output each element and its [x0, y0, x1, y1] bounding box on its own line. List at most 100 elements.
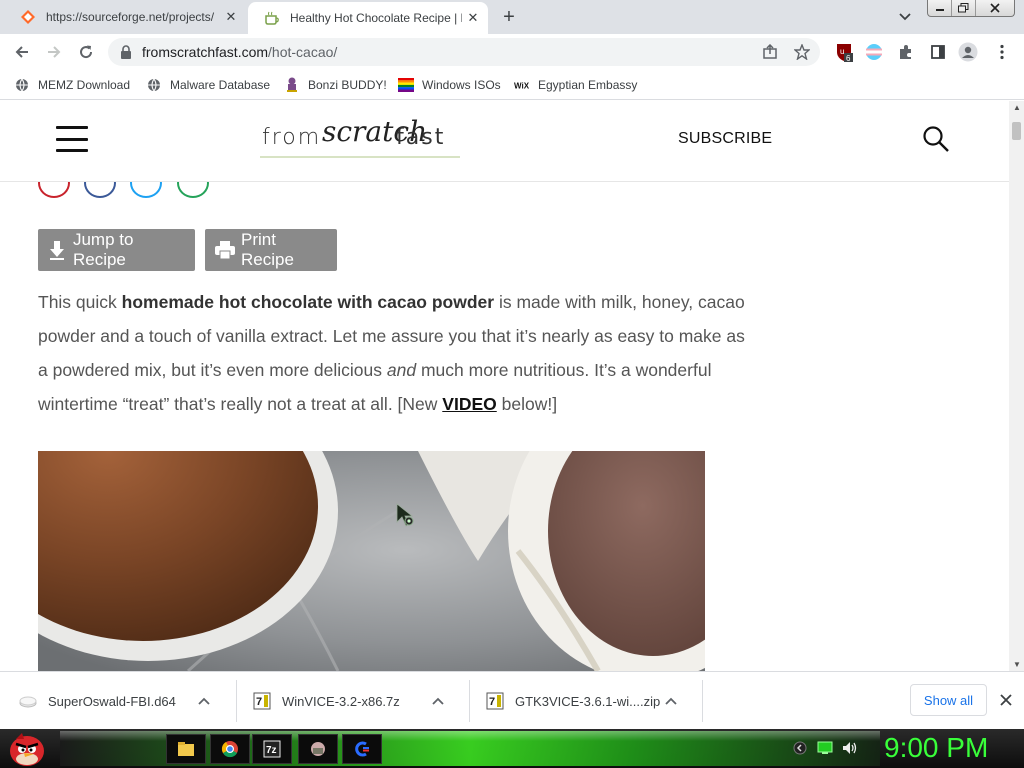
download-filename: WinVICE-3.2-x86.7z [282, 693, 400, 709]
page-viewport[interactable]: from scratch fast SUBSCRIBE Jump to Reci… [0, 101, 1024, 671]
bookmark-star-icon[interactable] [792, 42, 812, 62]
bonzi-gorilla-icon [284, 77, 300, 93]
flag-extension-icon[interactable] [864, 42, 884, 62]
page-scrollbar[interactable]: ▲ ▼ [1009, 101, 1024, 671]
show-all-button[interactable]: Show all [910, 684, 987, 716]
extension-badge: 6 [846, 54, 851, 62]
restore-button[interactable] [952, 0, 976, 16]
bookmark-egyptian-embassy[interactable]: WiX Egyptian Embassy [514, 76, 637, 94]
forward-arrow-icon[interactable] [42, 40, 66, 64]
bookmark-memz[interactable]: MEMZ Download [14, 76, 130, 94]
chrome-icon[interactable] [210, 734, 250, 764]
url-domain: fromscratchfast.com [142, 44, 269, 60]
volume-icon[interactable] [840, 738, 860, 758]
address-bar[interactable]: fromscratchfast.com/hot-cacao/ [108, 38, 820, 66]
separator [469, 680, 470, 722]
commodore-icon[interactable] [342, 734, 382, 764]
bookmarks-bar: MEMZ Download Malware Database Bonzi BUD… [0, 70, 1024, 100]
italic-text: and [386, 360, 417, 380]
logo-from: from [262, 125, 322, 150]
jump-to-recipe-button[interactable]: Jump to Recipe [38, 229, 195, 271]
chevron-up-icon[interactable] [428, 694, 448, 708]
separator [236, 680, 237, 722]
download-item[interactable]: SuperOswald-FBI.d64 [18, 672, 214, 730]
menu-kebab-icon[interactable] [992, 42, 1012, 62]
printer-icon [215, 240, 235, 260]
scroll-up-arrow-icon[interactable]: ▲ [1013, 103, 1021, 112]
close-tab-icon[interactable]: ✕ [462, 7, 484, 29]
site-logo[interactable]: from scratch fast [260, 115, 462, 165]
taskbar-clock[interactable]: 9:00 PM [884, 732, 988, 764]
subscribe-link[interactable]: SUBSCRIBE [678, 130, 772, 148]
side-panel-icon[interactable] [928, 42, 948, 62]
network-icon[interactable] [815, 738, 835, 758]
logo-underline [260, 156, 460, 158]
sourceforge-icon [20, 9, 36, 25]
bookmark-label: Bonzi BUDDY! [308, 78, 387, 92]
taskbar: 7z 9:00 PM [0, 729, 1024, 768]
download-filename: GTK3VICE-3.6.1-wi....zip [515, 693, 661, 709]
tab-hot-chocolate[interactable]: Healthy Hot Chocolate Recipe | F ✕ [248, 2, 488, 34]
bookmark-label: Egyptian Embassy [538, 78, 638, 92]
minimize-button[interactable] [928, 0, 952, 16]
print-recipe-button[interactable]: Print Recipe [205, 229, 337, 271]
vice-emulator-icon[interactable] [298, 734, 338, 764]
puzzle-extensions-icon[interactable] [896, 42, 916, 62]
7zip-taskbar-icon[interactable]: 7z [252, 734, 292, 764]
svg-text:7z: 7z [266, 745, 277, 756]
search-icon[interactable] [922, 125, 950, 153]
7zip-icon: 7 [252, 691, 272, 711]
intro-paragraph: This quick homemade hot chocolate with c… [38, 285, 758, 421]
text-run: This quick [38, 292, 122, 312]
logo-fast: fast [396, 125, 446, 150]
start-angry-bird-icon[interactable] [6, 729, 48, 768]
scroll-thumb[interactable] [1012, 122, 1021, 140]
bookmark-label: Malware Database [170, 78, 271, 92]
tab-search-chevron-icon[interactable] [893, 8, 917, 26]
cup-icon [264, 10, 280, 26]
bookmark-label: Windows ISOs [422, 78, 501, 92]
tray-chevron-icon[interactable] [790, 738, 810, 758]
ublock-extension-icon[interactable]: u6 [834, 42, 854, 62]
chevron-up-icon[interactable] [194, 694, 214, 708]
bold-text: homemade hot chocolate with cacao powder [121, 292, 495, 312]
text-run: below!] [496, 394, 558, 414]
tab-title: https://sourceforge.net/projects/ [46, 10, 215, 24]
tab-sourceforge[interactable]: https://sourceforge.net/projects/ ✕ [4, 0, 246, 34]
down-arrow-icon [48, 240, 67, 260]
wix-icon: WiX [514, 77, 530, 93]
back-arrow-icon[interactable] [10, 40, 34, 64]
download-item[interactable]: 7 GTK3VICE-3.6.1-wi....zip [485, 672, 681, 730]
svg-text:7: 7 [256, 696, 262, 708]
close-window-button[interactable] [976, 0, 1014, 16]
separator [702, 680, 703, 722]
profile-avatar-icon[interactable] [958, 42, 978, 62]
hot-chocolate-photo [38, 451, 705, 671]
rainbow-flag-icon [398, 77, 414, 93]
bookmark-bonzi-buddy[interactable]: Bonzi BUDDY! [284, 76, 387, 94]
button-label: Print Recipe [241, 230, 294, 269]
download-filename: SuperOswald-FBI.d64 [48, 693, 176, 709]
bookmark-label: MEMZ Download [38, 78, 131, 92]
lock-icon[interactable] [120, 45, 134, 59]
close-shelf-icon[interactable] [997, 688, 1015, 712]
url-text: fromscratchfast.com/hot-cacao/ [142, 44, 337, 60]
tab-title: Healthy Hot Chocolate Recipe | F [290, 11, 462, 25]
close-tab-icon[interactable]: ✕ [220, 6, 242, 28]
file-explorer-icon[interactable] [166, 734, 206, 764]
mouse-cursor-icon [396, 503, 420, 529]
bookmark-windows-isos[interactable]: Windows ISOs [398, 76, 501, 94]
7zip-icon: 7 [485, 691, 505, 711]
download-item[interactable]: 7 WinVICE-3.2-x86.7z [252, 672, 448, 730]
new-tab-button[interactable]: + [497, 6, 521, 28]
bookmark-malware-database[interactable]: Malware Database [146, 76, 270, 94]
scroll-down-arrow-icon[interactable]: ▼ [1013, 660, 1021, 669]
site-header: from scratch fast SUBSCRIBE [0, 101, 1009, 182]
hamburger-menu-icon[interactable] [56, 126, 88, 152]
reload-icon[interactable] [74, 40, 98, 64]
globe-icon [14, 77, 30, 93]
video-link[interactable]: VIDEO [442, 394, 496, 414]
window-controls [927, 0, 1015, 17]
chevron-up-icon[interactable] [661, 694, 681, 708]
share-icon[interactable] [760, 42, 780, 62]
